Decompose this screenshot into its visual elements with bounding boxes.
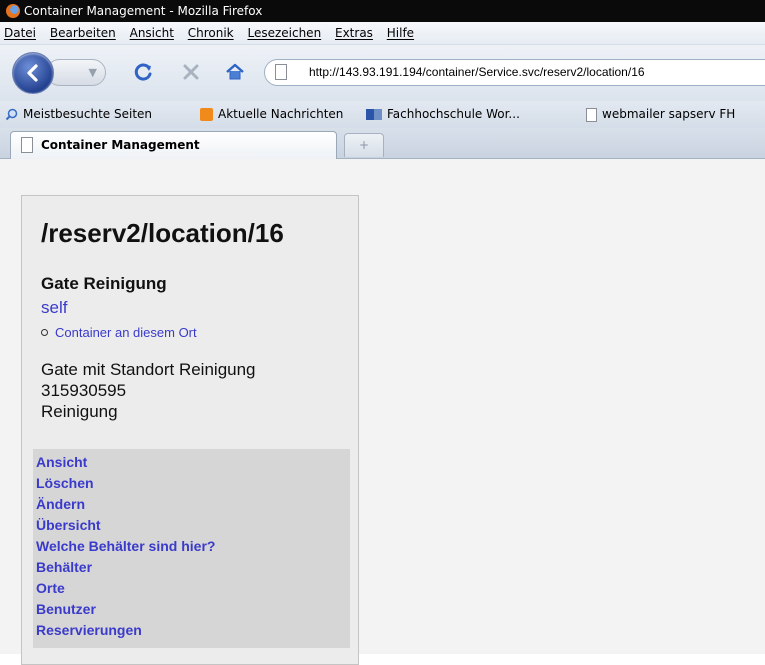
firefox-icon xyxy=(6,4,20,18)
tab-container-management[interactable]: Container Management xyxy=(10,131,337,159)
bookmark-meistbesuchte-seiten[interactable]: Meistbesuchte Seiten xyxy=(5,101,152,128)
location-id: 315930595 xyxy=(41,381,127,400)
page-title: /reserv2/location/16 xyxy=(41,218,284,248)
menu-extras[interactable]: Extras xyxy=(335,26,373,40)
category: Reinigung xyxy=(41,402,118,421)
navigation-toolbar: ▼ http://143.93.191.194/container/Servic… xyxy=(0,45,765,101)
container-link[interactable]: Container an diesem Ort xyxy=(55,325,197,340)
sub-list: Container an diesem Ort xyxy=(41,325,197,340)
nav-link-loeschen[interactable]: Löschen xyxy=(36,473,350,494)
reload-icon xyxy=(134,63,152,81)
nav-link-uebersicht[interactable]: Übersicht xyxy=(36,515,350,536)
nav-link-welche-behaelter[interactable]: Welche Behälter sind hier? xyxy=(36,536,350,557)
nav-link-orte[interactable]: Orte xyxy=(36,578,350,599)
menu-hilfe[interactable]: Hilfe xyxy=(387,26,414,40)
bookmarks-toolbar: Meistbesuchte Seiten Aktuelle Nachrichte… xyxy=(0,101,765,129)
address-bar[interactable]: http://143.93.191.194/container/Service.… xyxy=(264,59,765,86)
bookmark-label[interactable]: Fachhochschule Wor... xyxy=(387,101,520,128)
bookmark-label[interactable]: webmailer sapserv FH xyxy=(602,101,735,128)
back-arrow-icon xyxy=(27,64,38,82)
bullet-icon xyxy=(41,329,48,336)
entry-title: Gate Reinigung xyxy=(41,274,167,293)
home-button[interactable] xyxy=(222,59,248,85)
nav-link-reservierungen[interactable]: Reservierungen xyxy=(36,620,350,641)
nav-link-behaelter[interactable]: Behälter xyxy=(36,557,350,578)
tab-label[interactable]: Container Management xyxy=(41,132,200,158)
bookmark-aktuelle-nachrichten[interactable]: Aktuelle Nachrichten xyxy=(200,101,343,128)
back-button[interactable] xyxy=(12,52,54,94)
tab-strip: Container Management + xyxy=(0,128,765,159)
menu-datei[interactable]: Datei xyxy=(4,26,36,40)
bookmark-webmailer[interactable]: webmailer sapserv FH xyxy=(586,101,735,128)
description: Gate mit Standort Reinigung xyxy=(41,360,256,379)
chevron-down-icon[interactable]: ▼ xyxy=(89,66,97,79)
search-icon xyxy=(5,108,18,121)
forward-button[interactable]: ▼ xyxy=(46,59,106,86)
bookmark-label[interactable]: Aktuelle Nachrichten xyxy=(218,101,343,128)
stop-button[interactable] xyxy=(178,59,204,85)
plus-icon[interactable]: + xyxy=(359,138,369,152)
home-icon xyxy=(226,63,244,80)
menu-lesezeichen[interactable]: Lesezeichen xyxy=(247,26,321,40)
self-link[interactable]: self xyxy=(41,298,67,318)
nav-link-benutzer[interactable]: Benutzer xyxy=(36,599,350,620)
url-text[interactable]: http://143.93.191.194/container/Service.… xyxy=(309,60,645,85)
window-title: Container Management - Mozilla Firefox xyxy=(24,4,263,18)
menu-ansicht[interactable]: Ansicht xyxy=(130,26,174,40)
menu-chronik[interactable]: Chronik xyxy=(188,26,234,40)
rss-icon xyxy=(200,108,213,121)
resource-panel: /reserv2/location/16 Gate Reinigung self… xyxy=(21,195,359,665)
page-icon xyxy=(586,107,597,122)
navigation-links: Ansicht Löschen Ändern Übersicht Welche … xyxy=(33,449,350,648)
description-block: Gate mit Standort Reinigung 315930595 Re… xyxy=(41,359,256,422)
close-icon xyxy=(183,64,199,80)
new-tab-button[interactable]: + xyxy=(344,133,384,157)
page-content: /reserv2/location/16 Gate Reinigung self… xyxy=(0,159,765,665)
menu-bearbeiten[interactable]: Bearbeiten xyxy=(50,26,116,40)
bookmark-label[interactable]: Meistbesuchte Seiten xyxy=(23,101,152,128)
nav-link-ansicht[interactable]: Ansicht xyxy=(36,452,350,473)
menu-bar: Datei Bearbeiten Ansicht Chronik Lesezei… xyxy=(0,22,765,45)
page-icon xyxy=(275,64,287,80)
site-icon xyxy=(366,109,382,120)
page-icon xyxy=(21,137,33,153)
reload-button[interactable] xyxy=(130,59,156,85)
title-bar: Container Management - Mozilla Firefox xyxy=(0,0,765,22)
nav-link-aendern[interactable]: Ändern xyxy=(36,494,350,515)
bookmark-fachhochschule[interactable]: Fachhochschule Wor... xyxy=(366,101,520,128)
